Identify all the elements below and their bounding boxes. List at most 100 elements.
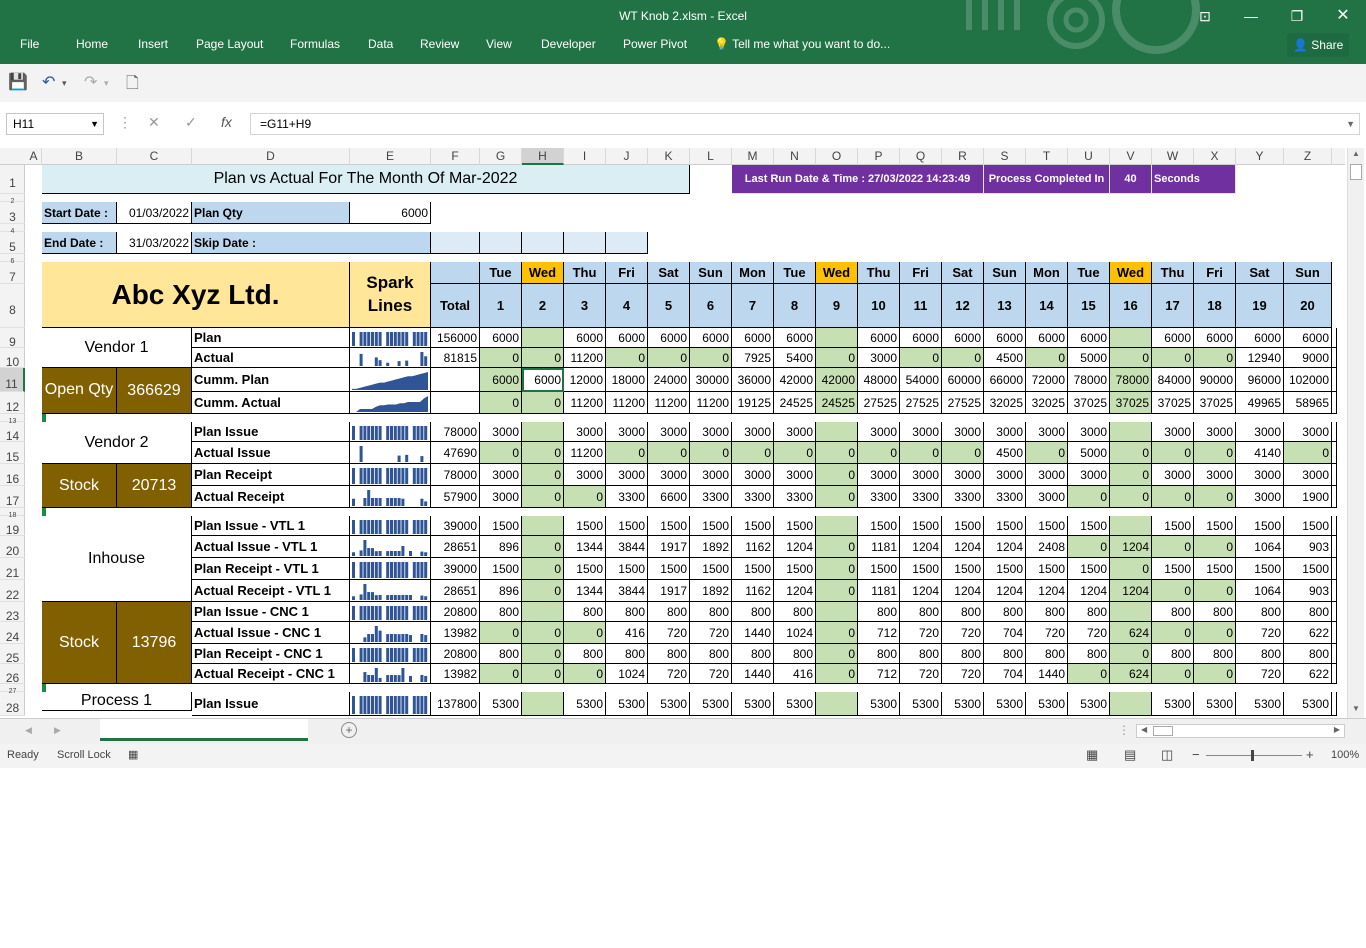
data-cell[interactable]: 37025	[1194, 392, 1236, 414]
data-cell[interactable]: 1500	[1026, 558, 1068, 580]
data-cell[interactable]: 1440	[732, 664, 774, 684]
data-cell[interactable]: 3000	[1152, 422, 1194, 442]
scroll-left-icon[interactable]: ◀	[1141, 725, 1147, 734]
data-cell[interactable]: 6000	[900, 328, 942, 348]
data-cell[interactable]: 3000	[1026, 422, 1068, 442]
data-cell[interactable]: 800	[1284, 602, 1332, 622]
row-label[interactable]: Actual Receipt	[192, 486, 350, 508]
data-cell[interactable]: 3000	[606, 422, 648, 442]
data-cell[interactable]: 1344	[564, 536, 606, 558]
data-cell[interactable]: 12000	[564, 368, 606, 392]
data-cell[interactable]: 800	[564, 644, 606, 664]
data-cell[interactable]: 0	[1284, 442, 1332, 464]
data-cell[interactable]: 0	[1110, 644, 1152, 664]
seconds-label[interactable]: Seconds	[1152, 165, 1236, 194]
day-header[interactable]: Sat	[1236, 262, 1284, 284]
data-cell[interactable]: 800	[858, 602, 900, 622]
data-cell[interactable]: 1204	[900, 536, 942, 558]
data-cell[interactable]: 6000	[564, 328, 606, 348]
date-header[interactable]: 3	[564, 284, 606, 328]
data-cell[interactable]	[1110, 422, 1152, 442]
data-cell[interactable]: 3300	[858, 486, 900, 508]
data-cell[interactable]: 800	[480, 602, 522, 622]
row-label[interactable]: Plan	[192, 328, 350, 348]
next-sheet-icon[interactable]: ▶	[54, 725, 61, 736]
data-cell[interactable]: 1500	[984, 516, 1026, 536]
data-cell[interactable]: 0	[816, 644, 858, 664]
data-cell[interactable]: 0	[522, 348, 564, 368]
stock1-value[interactable]: 20713	[117, 464, 192, 508]
skip-date-cell[interactable]	[606, 232, 648, 254]
tab-file[interactable]: File	[20, 37, 39, 51]
row-total[interactable]: 13982	[431, 622, 480, 644]
data-cell[interactable]: 5300	[648, 692, 690, 716]
data-cell[interactable]: 3300	[774, 486, 816, 508]
data-cell[interactable]: 1204	[1068, 580, 1110, 602]
data-cell[interactable]: 1204	[1110, 580, 1152, 602]
sparkline[interactable]	[350, 516, 431, 536]
date-header[interactable]: 17	[1152, 284, 1194, 328]
scroll-up-icon[interactable]: ▲	[1349, 149, 1363, 162]
data-cell[interactable]: 1500	[732, 558, 774, 580]
tab-home[interactable]: Home	[76, 37, 108, 51]
sparkline[interactable]	[350, 692, 431, 716]
data-cell[interactable]: 3000	[774, 422, 816, 442]
data-cell[interactable]: 6000	[1026, 328, 1068, 348]
data-cell[interactable]: 1064	[1236, 580, 1284, 602]
column-header-k[interactable]: K	[648, 148, 690, 165]
row-label[interactable]: Actual	[192, 348, 350, 368]
row-label[interactable]: Plan Receipt - VTL 1	[192, 558, 350, 580]
day-header[interactable]: Mon	[732, 262, 774, 284]
sparkline[interactable]	[350, 328, 431, 348]
data-cell[interactable]: 3000	[900, 422, 942, 442]
data-cell[interactable]	[522, 516, 564, 536]
tab-power-pivot[interactable]: Power Pivot	[623, 37, 687, 51]
data-cell[interactable]: 3000	[1236, 486, 1284, 508]
data-cell[interactable]: 800	[1152, 644, 1194, 664]
data-cell[interactable]: 54000	[900, 368, 942, 392]
data-cell[interactable]: 37025	[1152, 392, 1194, 414]
data-cell[interactable]: 800	[564, 602, 606, 622]
sparkline[interactable]	[350, 486, 431, 508]
chevron-down-icon[interactable]: ▼	[90, 114, 99, 134]
data-cell[interactable]: 5300	[690, 692, 732, 716]
data-cell[interactable]: 1500	[606, 558, 648, 580]
data-cell[interactable]: 9000	[1284, 348, 1332, 368]
redo-icon[interactable]: ↷	[84, 72, 97, 92]
day-header[interactable]: Wed	[1110, 262, 1152, 284]
data-cell[interactable]: 0	[858, 442, 900, 464]
data-cell[interactable]: 0	[1194, 442, 1236, 464]
date-header[interactable]: 11	[900, 284, 942, 328]
zoom-slider[interactable]	[1206, 755, 1302, 756]
data-cell[interactable]: 3000	[1026, 486, 1068, 508]
data-cell[interactable]	[1110, 516, 1152, 536]
data-cell[interactable]: 0	[522, 442, 564, 464]
data-cell[interactable]: 720	[690, 622, 732, 644]
data-cell[interactable]: 24525	[816, 392, 858, 414]
company-name[interactable]: Abc Xyz Ltd.	[42, 262, 350, 328]
data-cell[interactable]: 1500	[942, 516, 984, 536]
data-cell[interactable]: 800	[858, 644, 900, 664]
start-date-label[interactable]: Start Date :	[42, 202, 117, 224]
data-cell[interactable]: 6000	[1068, 328, 1110, 348]
data-cell[interactable]: 3000	[984, 422, 1026, 442]
column-header-h[interactable]: H	[522, 148, 564, 165]
plan-qty-value[interactable]: 6000	[350, 202, 431, 224]
day-header[interactable]: Wed	[522, 262, 564, 284]
data-cell[interactable]: 49965	[1236, 392, 1284, 414]
data-cell[interactable]: 3300	[732, 486, 774, 508]
day-header[interactable]: Fri	[900, 262, 942, 284]
row-header-8[interactable]: 8	[0, 284, 25, 328]
data-cell[interactable]	[816, 422, 858, 442]
data-cell[interactable]: 4500	[984, 442, 1026, 464]
data-cell[interactable]: 712	[858, 622, 900, 644]
data-cell[interactable]: 84000	[1152, 368, 1194, 392]
data-cell[interactable]: 0	[606, 348, 648, 368]
row-total[interactable]: 13982	[431, 664, 480, 684]
data-cell[interactable]: 720	[648, 622, 690, 644]
data-cell[interactable]: 3000	[1068, 422, 1110, 442]
row-header-10[interactable]: 10	[0, 348, 25, 369]
column-header-v[interactable]: V	[1110, 148, 1152, 165]
row-total[interactable]: 39000	[431, 516, 480, 536]
data-cell[interactable]: 32025	[984, 392, 1026, 414]
